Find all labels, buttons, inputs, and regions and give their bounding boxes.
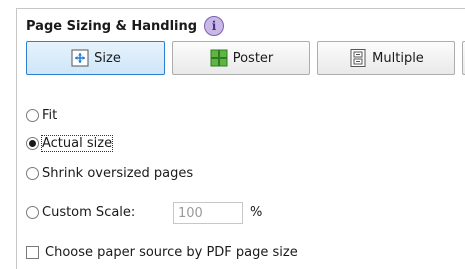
actual-size-label: Actual size	[40, 135, 114, 152]
percent-unit: %	[250, 205, 263, 220]
poster-icon	[209, 48, 229, 68]
size-mode-label: Size	[94, 50, 121, 66]
poster-mode-label: Poster	[232, 50, 274, 66]
section-title: Page Sizing & Handling	[26, 18, 198, 34]
section-header: Page Sizing & Handling i	[26, 16, 225, 36]
page-sizing-panel: Page Sizing & Handling i Size Poster Mul…	[16, 8, 465, 269]
shrink-oversized-radio[interactable]	[26, 167, 39, 180]
paper-source-label: Choose paper source by PDF page size	[45, 245, 298, 260]
fit-label: Fit	[42, 108, 58, 123]
shrink-oversized-label: Shrink oversized pages	[42, 166, 194, 181]
page-size-icon	[70, 48, 90, 68]
multiple-pages-icon	[348, 48, 368, 68]
custom-scale-radio[interactable]	[26, 206, 39, 219]
actual-size-radio[interactable]	[26, 137, 39, 150]
paper-source-option[interactable]: Choose paper source by PDF page size	[26, 245, 298, 260]
size-mode-button[interactable]: Size	[26, 41, 165, 75]
fit-option[interactable]: Fit	[26, 108, 57, 123]
fit-radio[interactable]	[26, 109, 39, 122]
info-icon[interactable]: i	[204, 16, 225, 36]
multiple-mode-label: Multiple	[372, 50, 424, 66]
actual-size-option[interactable]: Actual size	[26, 135, 114, 152]
paper-source-checkbox[interactable]	[26, 246, 39, 259]
custom-scale-input[interactable]	[173, 202, 243, 224]
custom-scale-option[interactable]: Custom Scale:	[26, 205, 135, 220]
shrink-oversized-option[interactable]: Shrink oversized pages	[26, 166, 193, 181]
custom-scale-label: Custom Scale:	[42, 205, 136, 220]
multiple-mode-button[interactable]: Multiple	[317, 41, 455, 75]
poster-mode-button[interactable]: Poster	[172, 41, 310, 75]
